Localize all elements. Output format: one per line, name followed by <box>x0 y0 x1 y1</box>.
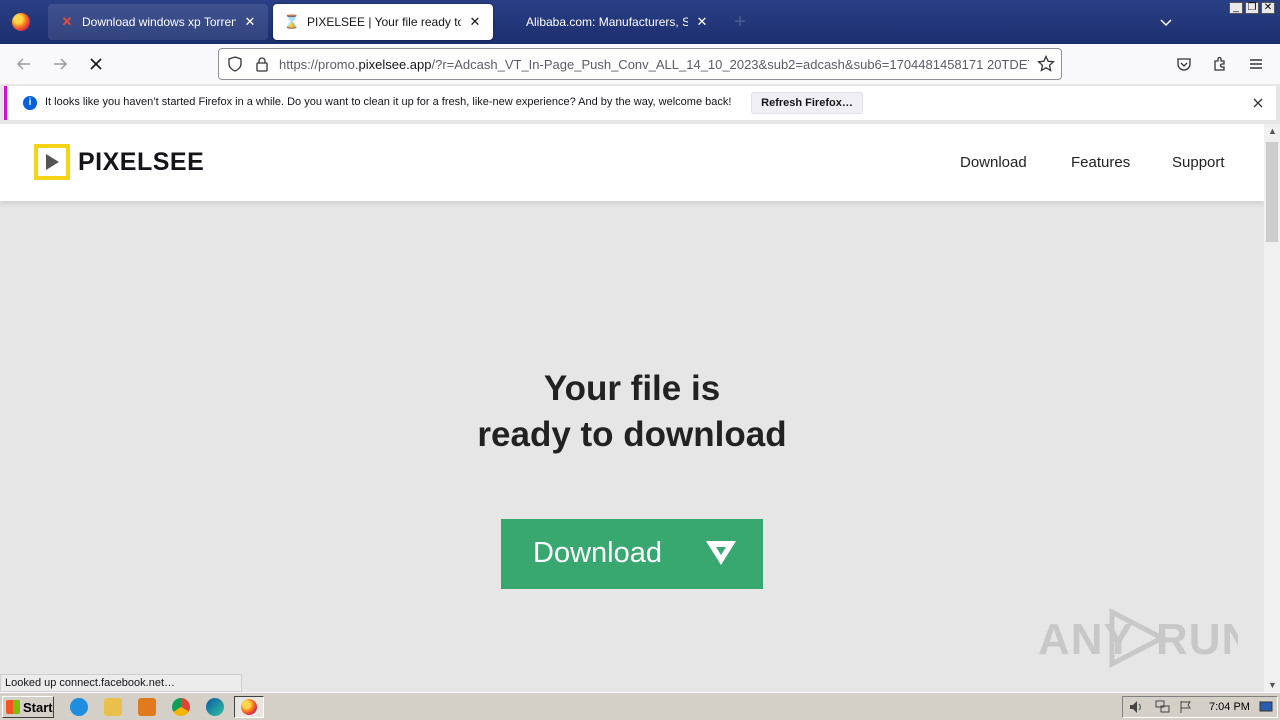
stop-loading-button[interactable] <box>84 52 108 76</box>
system-tray: 7:04 PM <box>1122 696 1278 718</box>
tab-title: Alibaba.com: Manufacturers, Suppliers <box>526 15 688 29</box>
pixelsee-logo[interactable]: PIXELSEE <box>34 144 204 180</box>
network-icon[interactable] <box>1155 700 1170 714</box>
tab-title: Download windows xp Torrents | 1 <box>82 15 236 29</box>
tab-windows-xp-torrents[interactable]: ✕ Download windows xp Torrents | 1 ✕ <box>48 4 268 40</box>
hamburger-icon <box>1250 59 1262 69</box>
hamburger-menu-button[interactable] <box>1244 52 1268 76</box>
folder-icon[interactable] <box>104 698 122 716</box>
play-logo-icon <box>34 144 70 180</box>
action-center-flag-icon[interactable] <box>1179 700 1193 714</box>
anyrun-watermark: ANY RUN <box>1038 608 1238 668</box>
windows-taskbar: Start 7:04 PM <box>0 692 1280 720</box>
media-player-icon[interactable] <box>138 698 156 716</box>
close-tab-icon[interactable]: ✕ <box>467 14 483 30</box>
window-minimize-button[interactable]: _ <box>1229 2 1243 14</box>
url-prefix: https://promo. <box>279 57 359 72</box>
svg-text:RUN: RUN <box>1156 615 1238 664</box>
arrow-right-icon <box>54 58 68 70</box>
pocket-button[interactable] <box>1172 52 1196 76</box>
info-icon: i <box>23 96 37 110</box>
nav-link-support[interactable]: Support <box>1172 154 1225 171</box>
close-tab-icon[interactable]: ✕ <box>694 14 710 30</box>
tracking-protection-shield-icon[interactable] <box>227 56 243 77</box>
download-button-label: Download <box>533 537 662 569</box>
url-text[interactable]: https://promo.pixelsee.app/?r=Adcash_VT_… <box>279 57 1029 72</box>
lock-icon[interactable] <box>255 56 269 77</box>
anyrun-logo-icon: ANY RUN <box>1038 608 1238 668</box>
scroll-up-arrow-icon[interactable]: ▲ <box>1268 126 1277 136</box>
hourglass-icon: ⌛ <box>283 14 301 29</box>
chevron-down-icon[interactable] <box>1156 12 1176 32</box>
firefox-refresh-notification: i It looks like you haven’t started Fire… <box>4 86 1276 120</box>
scrollbar-thumb[interactable] <box>1266 142 1278 242</box>
internet-explorer-icon[interactable] <box>70 698 88 716</box>
download-arrow-icon <box>705 540 737 571</box>
notification-text: It looks like you haven’t started Firefo… <box>45 96 732 108</box>
bookmark-star-icon[interactable] <box>1037 54 1055 78</box>
tab-alibaba[interactable]: Alibaba.com: Manufacturers, Suppliers ✕ <box>498 4 720 40</box>
site-header: PIXELSEE Download Features Support <box>0 124 1264 201</box>
edge-icon[interactable] <box>206 698 224 716</box>
arrow-left-icon <box>16 58 30 70</box>
download-button[interactable]: Download <box>501 519 763 589</box>
firefox-icon <box>241 699 257 715</box>
start-label: Start <box>23 699 53 715</box>
windows-logo-icon <box>6 700 20 714</box>
volume-icon[interactable] <box>1129 700 1143 714</box>
refresh-firefox-button[interactable]: Refresh Firefox… <box>751 92 863 114</box>
headline-line-2: ready to download <box>477 415 787 454</box>
pocket-icon <box>1177 58 1191 71</box>
show-desktop-icon[interactable] <box>1259 700 1273 714</box>
tab-bar: ✕ Download windows xp Torrents | 1 ✕ ⌛ P… <box>0 0 1280 44</box>
start-button[interactable]: Start <box>2 696 54 718</box>
chrome-icon[interactable] <box>172 698 190 716</box>
url-host: pixelsee.app <box>358 57 432 72</box>
close-icon[interactable] <box>1250 95 1266 111</box>
tab-title: PIXELSEE | Your file ready to download <box>307 15 461 29</box>
x-favicon-icon: ✕ <box>61 14 73 29</box>
navigation-toolbar: https://promo.pixelsee.app/?r=Adcash_VT_… <box>0 44 1280 84</box>
vertical-scrollbar[interactable]: ▲ ▼ <box>1264 124 1280 692</box>
logo-text: PIXELSEE <box>78 147 205 176</box>
close-icon <box>90 58 102 70</box>
url-path: /?r=Adcash_VT_In-Page_Push_Conv_ALL_14_1… <box>431 57 1029 72</box>
close-tab-icon[interactable]: ✕ <box>242 14 258 30</box>
svg-text:ANY: ANY <box>1038 615 1134 664</box>
taskbar-firefox-button[interactable] <box>234 696 264 718</box>
puzzle-icon <box>1214 56 1225 71</box>
new-tab-plus-icon[interactable]: + <box>728 10 752 34</box>
firefox-view-button[interactable] <box>0 0 42 44</box>
headline-line-1: Your file is <box>543 369 721 408</box>
nav-link-download[interactable]: Download <box>960 154 1027 171</box>
window-close-button[interactable]: ✕ <box>1261 2 1275 14</box>
address-bar[interactable]: https://promo.pixelsee.app/?r=Adcash_VT_… <box>218 48 1062 80</box>
forward-button[interactable] <box>48 52 72 76</box>
firefox-icon <box>12 13 30 31</box>
nav-link-features[interactable]: Features <box>1071 154 1130 171</box>
page-viewport: PIXELSEE Download Features Support Your … <box>0 124 1264 692</box>
taskbar-clock[interactable]: 7:04 PM <box>1209 701 1250 713</box>
window-restore-button[interactable]: ❐ <box>1245 2 1259 14</box>
tab-pixelsee[interactable]: ⌛ PIXELSEE | Your file ready to download… <box>273 4 493 40</box>
extensions-button[interactable] <box>1208 52 1232 76</box>
scroll-down-arrow-icon[interactable]: ▼ <box>1268 680 1277 690</box>
page-headline: Your file is ready to download <box>0 366 1264 458</box>
back-button[interactable] <box>12 52 36 76</box>
status-bar-text: Looked up connect.facebook.net… <box>0 674 242 692</box>
